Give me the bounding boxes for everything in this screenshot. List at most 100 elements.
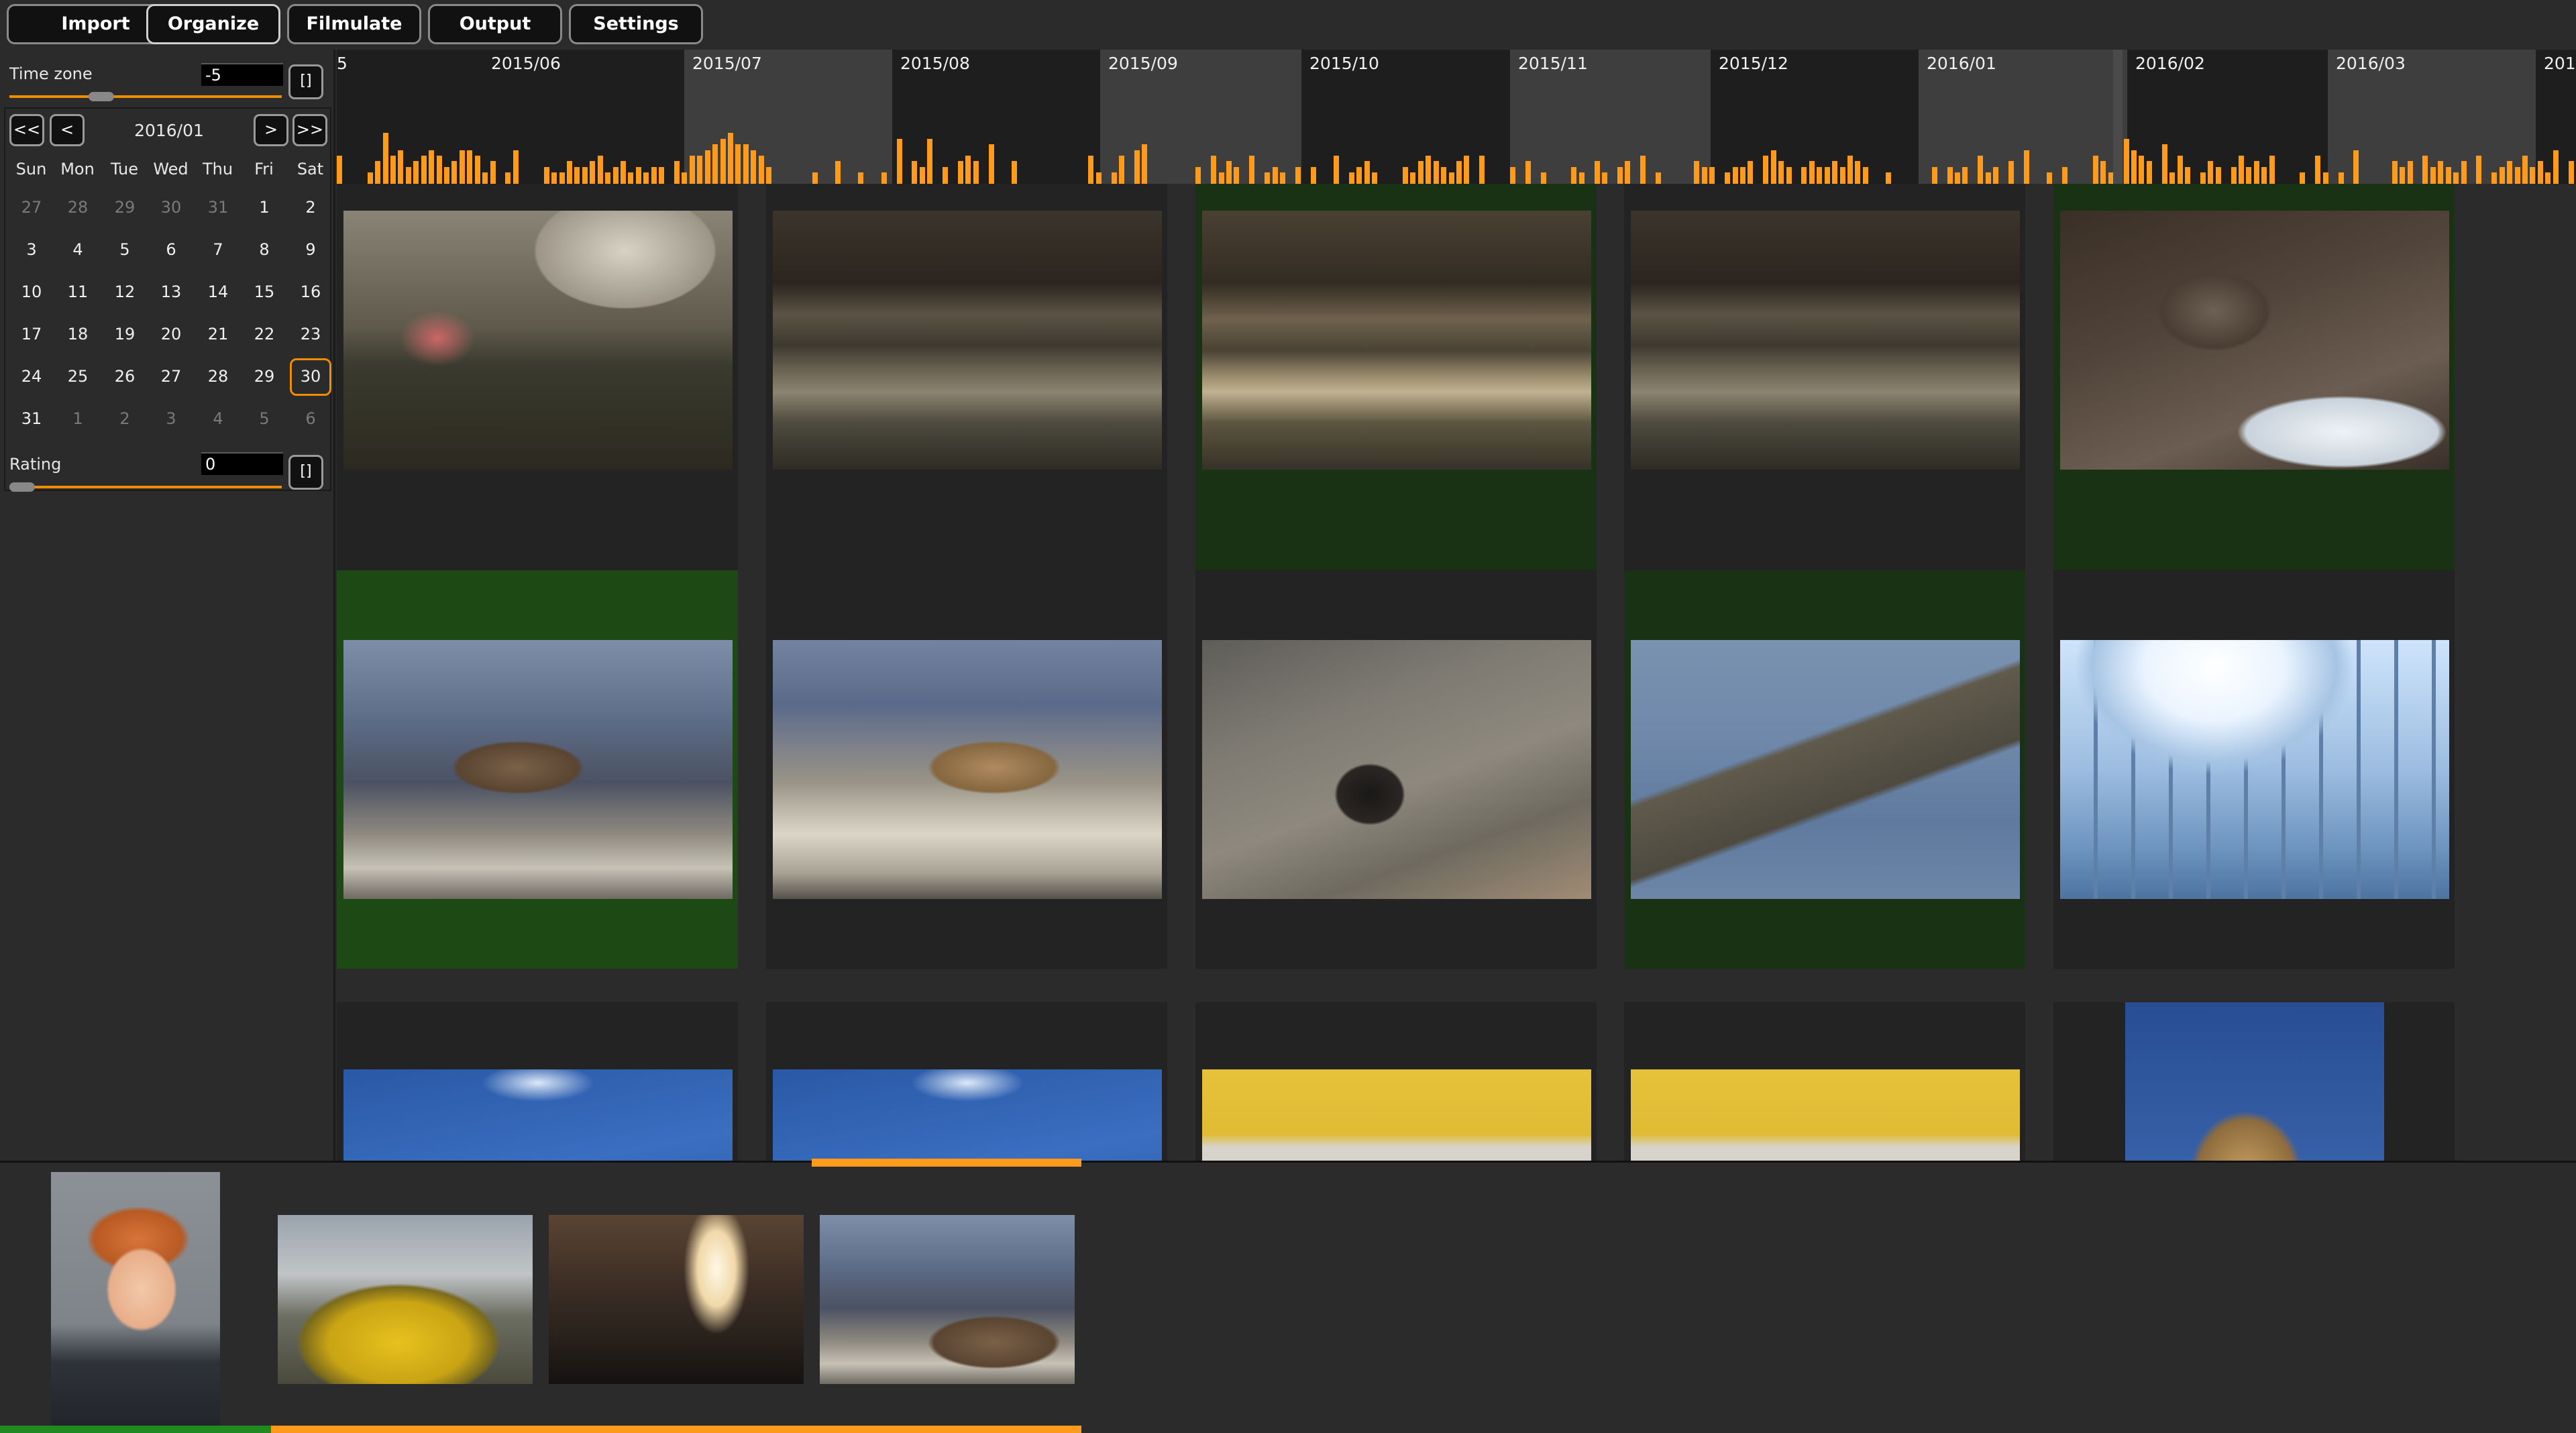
photo-thumbnail-ducks-pier-2[interactable] [1202, 211, 1591, 470]
calendar-day[interactable]: 30 [150, 189, 192, 227]
tab-settings[interactable]: Settings [569, 4, 703, 44]
grid-cell[interactable] [1195, 184, 1597, 582]
photo-grid[interactable] [337, 184, 2576, 1161]
calendar-day[interactable]: 13 [150, 274, 192, 311]
calendar-last-button[interactable]: >> [292, 114, 327, 146]
photo-thumbnail-cat-rocks-2[interactable] [773, 640, 1162, 899]
tab-filmulate[interactable]: Filmulate [287, 4, 421, 44]
photo-thumbnail-cat-rocks-1[interactable] [343, 640, 733, 899]
calendar-day[interactable]: 22 [244, 316, 285, 354]
calendar-day[interactable]: 20 [150, 316, 192, 354]
queue-thumbnail-yellow-bush[interactable] [278, 1215, 533, 1384]
calendar-day[interactable]: 27 [150, 358, 192, 396]
calendar-day[interactable]: 1 [57, 401, 99, 438]
filmstrip-scroll-indicator[interactable] [812, 1159, 1081, 1167]
calendar-day[interactable]: 21 [197, 316, 239, 354]
calendar-day[interactable]: 2 [104, 401, 146, 438]
calendar-day[interactable]: 25 [57, 358, 99, 396]
queue-thumbnail-street-bicycle[interactable] [549, 1215, 804, 1384]
calendar-day[interactable]: 26 [104, 358, 146, 396]
tab-output[interactable]: Output [428, 4, 562, 44]
calendar-day[interactable]: 14 [197, 274, 239, 311]
calendar-day[interactable]: 3 [11, 231, 52, 269]
calendar-first-button[interactable]: << [9, 114, 44, 146]
queue-thumbnail-portrait-boy[interactable] [51, 1172, 220, 1426]
grid-cell[interactable] [1195, 570, 1597, 969]
histogram-bar [1449, 172, 1454, 184]
photo-thumbnail-birds-platform-water[interactable] [1631, 640, 2020, 899]
calendar-day[interactable]: 5 [104, 231, 146, 269]
photo-thumbnail-ducks-rocks-cart[interactable] [343, 211, 733, 470]
photo-thumbnail-cat-snow-log[interactable] [2060, 211, 2449, 470]
calendar-day[interactable]: 9 [290, 231, 331, 269]
rating-slider-knob[interactable] [9, 482, 35, 492]
calendar-day[interactable]: 8 [244, 231, 285, 269]
photo-thumbnail-black-cat-gravel[interactable] [1202, 640, 1591, 899]
calendar-day[interactable]: 15 [244, 274, 285, 311]
photo-thumbnail-ducks-pier-1[interactable] [773, 211, 1162, 470]
calendar-day[interactable]: 31 [11, 401, 52, 438]
grid-cell[interactable] [766, 570, 1167, 969]
calendar-day[interactable]: 7 [197, 231, 239, 269]
photo-thumbnail-dinosaur-skeleton-1[interactable] [1202, 1069, 1591, 1161]
calendar-day[interactable]: 6 [150, 231, 192, 269]
grid-cell[interactable] [1624, 570, 2025, 969]
calendar-day[interactable]: 6 [290, 401, 331, 438]
calendar-day[interactable]: 11 [57, 274, 99, 311]
calendar-day[interactable]: 2 [290, 189, 331, 227]
timeline-cursor[interactable] [2113, 50, 2123, 184]
date-histogram[interactable]: 5 2015/06 2015/07 2015/08 2015/09 2015/10 2015… [337, 50, 2576, 184]
grid-cell[interactable] [2053, 570, 2455, 969]
histogram-bar [743, 144, 749, 184]
grid-cell[interactable] [337, 184, 738, 582]
photo-thumbnail-blue-sky-2[interactable] [773, 1069, 1162, 1161]
photo-thumbnail-blue-sky-1[interactable] [343, 1069, 733, 1161]
calendar-day[interactable]: 18 [57, 316, 99, 354]
grid-cell[interactable] [2053, 1002, 2455, 1161]
grid-cell[interactable] [2053, 184, 2455, 582]
calendar-day[interactable]: 28 [57, 189, 99, 227]
timezone-slider-knob[interactable] [89, 92, 114, 101]
calendar-day[interactable]: 19 [104, 316, 146, 354]
timezone-slider[interactable] [9, 92, 282, 101]
calendar-prev-button[interactable]: < [50, 114, 85, 146]
calendar-day[interactable]: 31 [197, 189, 239, 227]
calendar-day[interactable]: 27 [11, 189, 52, 227]
grid-cell[interactable] [1195, 1002, 1597, 1161]
grid-cell[interactable] [337, 570, 738, 969]
grid-cell[interactable] [766, 184, 1167, 582]
calendar-day[interactable]: 28 [197, 358, 239, 396]
queue-thumbnail-cat-rocks-small[interactable] [820, 1215, 1075, 1384]
grid-cell[interactable] [766, 1002, 1167, 1161]
rating-reset-button[interactable]: [] [288, 455, 323, 490]
calendar-day[interactable]: 5 [244, 401, 285, 438]
calendar-day[interactable]: 17 [11, 316, 52, 354]
rating-slider[interactable] [9, 482, 282, 492]
calendar-day[interactable]: 16 [290, 274, 331, 311]
calendar-day[interactable]: 29 [104, 189, 146, 227]
calendar-day[interactable]: 29 [244, 358, 285, 396]
calendar-day[interactable]: 10 [11, 274, 52, 311]
photo-thumbnail-ducks-pier-3[interactable] [1631, 211, 2020, 470]
weekday-label: Wed [153, 160, 189, 178]
grid-cell[interactable] [1624, 184, 2025, 582]
calendar-day[interactable]: 23 [290, 316, 331, 354]
timezone-reset-button[interactable]: [] [288, 64, 323, 99]
tab-organize[interactable]: Organize [146, 4, 280, 44]
calendar-day[interactable]: 3 [150, 401, 192, 438]
calendar-day[interactable]: 1 [244, 189, 285, 227]
grid-cell[interactable] [337, 1002, 738, 1161]
calendar-day[interactable]: 12 [104, 274, 146, 311]
calendar-day[interactable]: 4 [197, 401, 239, 438]
rating-field[interactable]: 0 [201, 452, 283, 475]
calendar-day-selected[interactable]: 30 [290, 358, 331, 396]
photo-thumbnail-overexposed-railing[interactable] [2060, 640, 2449, 899]
calendar-day[interactable]: 24 [11, 358, 52, 396]
grid-scroll-area[interactable] [2457, 184, 2576, 1161]
timezone-field[interactable]: -5 [201, 63, 283, 86]
grid-cell[interactable] [1624, 1002, 2025, 1161]
photo-thumbnail-tree-building-portrait[interactable] [2125, 1002, 2384, 1161]
calendar-day[interactable]: 4 [57, 231, 99, 269]
calendar-next-button[interactable]: > [254, 114, 288, 146]
photo-thumbnail-dinosaur-skeleton-2[interactable] [1631, 1069, 2020, 1161]
